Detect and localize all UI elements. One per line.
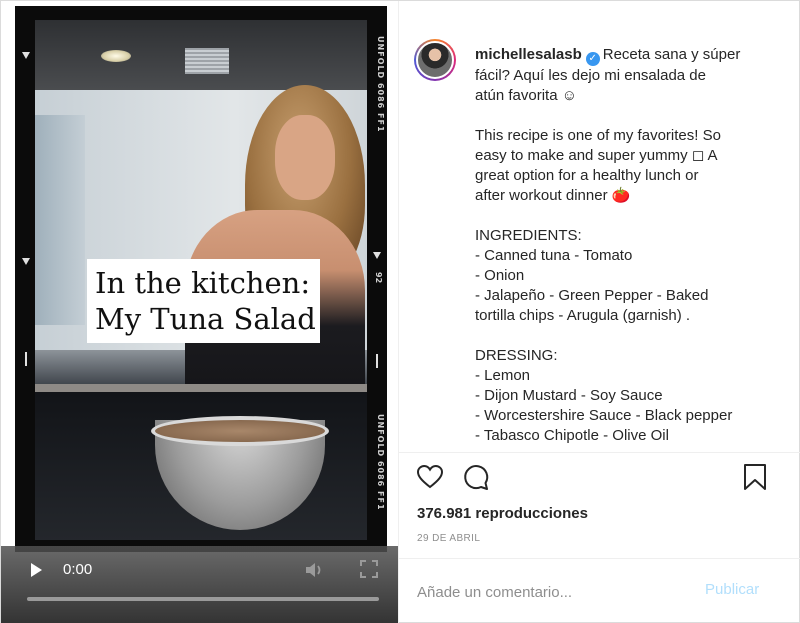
video-title-line: In the kitchen: bbox=[95, 266, 311, 300]
volume-icon[interactable] bbox=[303, 559, 325, 581]
caption-line: This recipe is one of my favorites! So bbox=[475, 127, 721, 144]
video-time: 0:00 bbox=[63, 561, 93, 578]
view-count[interactable]: 376.981 reproducciones bbox=[417, 504, 588, 524]
avatar-image bbox=[416, 41, 454, 79]
film-edge-text: UNFOLD 6086 FF1 bbox=[376, 36, 385, 133]
caption-line: tortilla chips - Arugula (garnish) . bbox=[475, 307, 691, 324]
avatar[interactable] bbox=[414, 39, 456, 81]
caption-line: - Onion bbox=[475, 267, 525, 284]
video-controls: 0:00 bbox=[1, 546, 398, 623]
film-edge-number: 92 bbox=[374, 272, 383, 284]
fullscreen-icon[interactable] bbox=[359, 559, 379, 579]
caption-line: after workout dinner 🍅 bbox=[475, 187, 631, 204]
film-tick bbox=[376, 354, 378, 368]
bookmark-icon[interactable] bbox=[740, 462, 770, 492]
film-tick bbox=[25, 352, 27, 366]
post-details-panel: michellesalasb ✓ Receta sana y súper fácil… bbox=[398, 1, 800, 623]
scene-person-face bbox=[275, 115, 335, 200]
video-progress-bar[interactable] bbox=[27, 597, 379, 601]
caption-line: - Lemon bbox=[475, 367, 531, 384]
heart-icon[interactable] bbox=[415, 462, 445, 492]
film-edge-text: UNFOLD 6086 FF1 bbox=[376, 414, 385, 511]
divider bbox=[399, 452, 800, 453]
film-marker-icon bbox=[22, 258, 30, 265]
scene-ceiling-light bbox=[101, 50, 131, 62]
post-caption: michellesalasb ✓ Receta sana y súper fácil… bbox=[475, 45, 775, 445]
caption-line: - Jalapeño - Green Pepper - Baked bbox=[475, 287, 709, 304]
comment-icon[interactable] bbox=[461, 462, 491, 492]
instagram-post: UNFOLD 6086 FF1 92 UNFOLD 6086 FF1 In th… bbox=[0, 0, 800, 623]
video-title-line: My Tuna Salad bbox=[95, 302, 316, 336]
caption-line: INGREDIENTS: bbox=[475, 227, 582, 244]
caption-line: - Dijon Mustard - Soy Sauce bbox=[475, 387, 663, 404]
caption-line: atún favorita ☺ bbox=[475, 87, 578, 104]
comment-input[interactable] bbox=[417, 577, 697, 607]
caption-line: - Worcestershire Sauce - Black pepper bbox=[475, 407, 733, 424]
caption-line: great option for a healthy lunch or bbox=[475, 167, 699, 184]
publish-button[interactable]: Publicar bbox=[705, 581, 759, 598]
caption-line: DRESSING: bbox=[475, 347, 558, 364]
play-icon[interactable] bbox=[27, 560, 47, 580]
video-player[interactable]: UNFOLD 6086 FF1 92 UNFOLD 6086 FF1 In th… bbox=[1, 1, 398, 623]
username-link[interactable]: michellesalasb bbox=[475, 46, 582, 63]
caption-line: Receta sana y súper bbox=[602, 46, 741, 63]
film-marker-icon bbox=[373, 252, 381, 259]
verified-badge-icon: ✓ bbox=[585, 52, 600, 66]
film-marker-icon bbox=[22, 52, 30, 59]
divider bbox=[399, 558, 800, 559]
caption-line: - Tabasco Chipotle - Olive Oil bbox=[475, 427, 669, 444]
caption-line: - Canned tuna - Tomato bbox=[475, 247, 633, 264]
caption-line: easy to make and super yummy ◻ A bbox=[475, 147, 718, 164]
caption-line: fácil? Aquí les dejo mi ensalada de bbox=[475, 67, 706, 84]
post-date[interactable]: 29 DE ABRIL bbox=[417, 532, 480, 546]
scene-bowl-rim bbox=[151, 416, 329, 446]
video-title-card: In the kitchen: My Tuna Salad bbox=[87, 259, 320, 343]
scene-cabinet bbox=[35, 115, 85, 325]
scene-vent bbox=[185, 48, 229, 74]
